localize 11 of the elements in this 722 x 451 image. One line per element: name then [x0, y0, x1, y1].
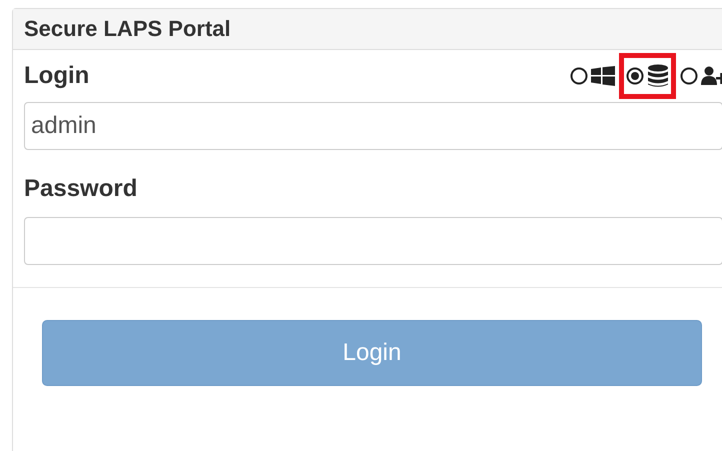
radio-button[interactable] [626, 67, 644, 85]
windows-icon [591, 66, 615, 86]
add-user-icon [701, 66, 722, 86]
password-label: Password [24, 175, 138, 203]
radio-button[interactable] [680, 67, 698, 85]
radio-button[interactable] [570, 67, 588, 85]
password-field[interactable] [24, 217, 722, 265]
database-icon [647, 64, 669, 88]
panel-title: Secure LAPS Portal [24, 16, 231, 42]
login-field[interactable]: admin [24, 102, 722, 150]
login-label: Login [24, 62, 90, 90]
